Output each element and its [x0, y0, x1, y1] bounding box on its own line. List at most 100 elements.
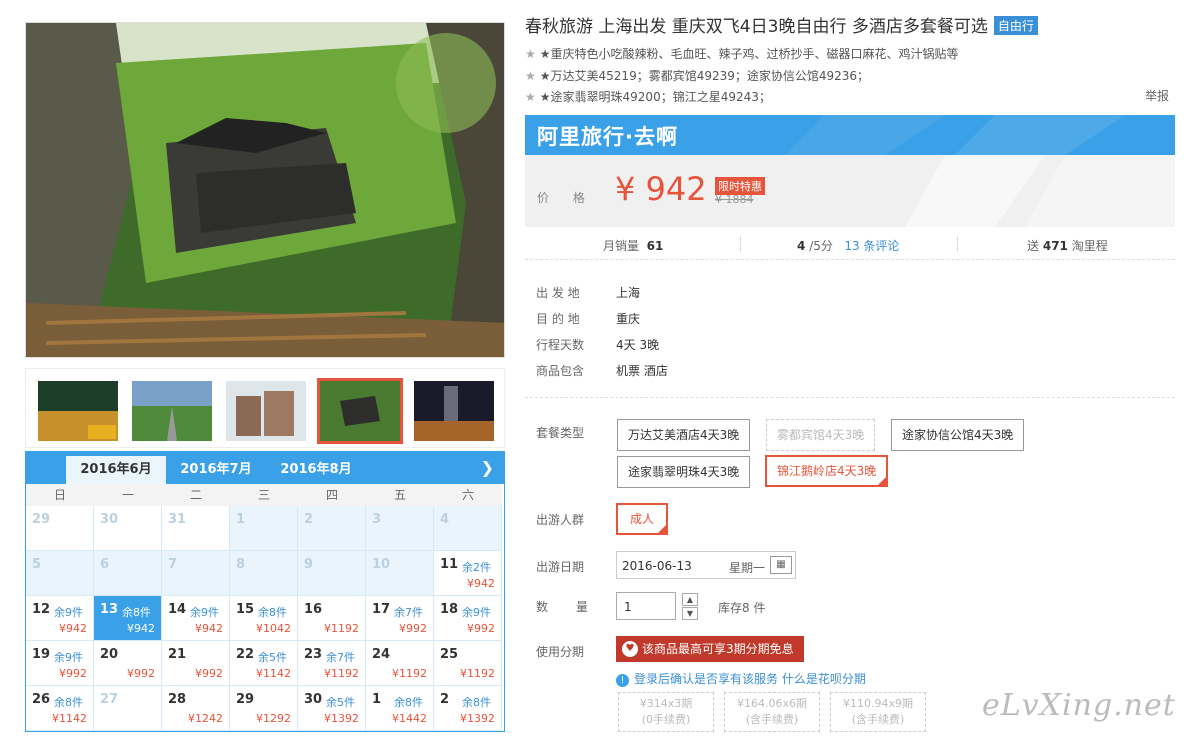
- stock-count: 库存8 件: [718, 601, 766, 615]
- thumbnail-4-selected[interactable]: [317, 378, 403, 444]
- calendar-day[interactable]: 14 余9件 ¥942: [162, 596, 230, 641]
- current-price: ¥ 942: [615, 170, 707, 208]
- day-number: 8: [236, 557, 246, 572]
- package-option-5-selected[interactable]: 锦江鹅岭店4天3晚: [765, 455, 889, 487]
- original-price: ¥ 1884: [715, 193, 754, 206]
- chevron-right-icon[interactable]: ❯: [481, 458, 494, 477]
- monthly-sales-label: 月销量: [603, 239, 640, 253]
- day-remaining: 余8件: [394, 696, 423, 709]
- day-remaining: 余9件: [462, 606, 491, 619]
- calendar-day[interactable]: 21 ¥992: [162, 641, 230, 686]
- section-divider: [525, 397, 1175, 398]
- info-icon: !: [616, 674, 629, 687]
- reviews-link[interactable]: 13 条评论: [844, 239, 899, 253]
- installment-option-3-line1: ¥314x3期: [639, 697, 693, 710]
- calendar-day: 29: [26, 506, 94, 551]
- day-price: ¥1142: [52, 712, 87, 725]
- traveler-label: 出游人群: [536, 513, 585, 527]
- installment-note: ! 登录后确认是否享有该服务 什么是花呗分期: [616, 670, 866, 687]
- day-number: 15: [236, 602, 255, 617]
- calendar-day[interactable]: 23 余7件 ¥1192: [298, 641, 366, 686]
- package-option-3[interactable]: 途家协信公馆4天3晚: [891, 419, 1025, 451]
- calendar-day[interactable]: 28 ¥1242: [162, 686, 230, 731]
- travel-date-input[interactable]: 2016-06-13 星期一 ▦: [616, 551, 796, 579]
- calendar-day[interactable]: 12 余9件 ¥942: [26, 596, 94, 641]
- day-number: 23: [304, 647, 323, 662]
- calendar-day: 27: [94, 686, 162, 731]
- calendar-day[interactable]: 15 余8件 ¥1042: [230, 596, 298, 641]
- day-remaining: 余7件: [394, 606, 423, 619]
- day-number: 22: [236, 647, 255, 662]
- calendar-tab-month-3[interactable]: 2016年8月: [266, 456, 366, 484]
- calendar-icon[interactable]: ▦: [770, 556, 792, 574]
- quantity-value: 1: [624, 600, 632, 614]
- day-number: 20: [100, 647, 119, 662]
- report-link[interactable]: 举报: [1145, 87, 1169, 104]
- day-number: 30: [100, 512, 119, 527]
- day-number: 31: [168, 512, 187, 527]
- calendar-day[interactable]: 26 余8件 ¥1142: [26, 686, 94, 731]
- feature-line-1: ★ ★重庆特色小吃酸辣粉、毛血旺、辣子鸡、过桥抄手、磁器口麻花、鸡汁锅贴等: [525, 45, 959, 62]
- calendar-day[interactable]: 24 ¥1192: [366, 641, 434, 686]
- quantity-down-icon[interactable]: ▼: [682, 607, 698, 620]
- thumbnail-1[interactable]: [38, 381, 118, 441]
- calendar-weekday: 五: [366, 484, 434, 506]
- installment-help-link[interactable]: 什么是花呗分期: [782, 672, 866, 686]
- calendar-tab-month-2[interactable]: 2016年7月: [166, 456, 266, 484]
- calendar-day[interactable]: 17 余7件 ¥992: [366, 596, 434, 641]
- calendar-day[interactable]: 29 ¥1292: [230, 686, 298, 731]
- day-number: 16: [304, 602, 323, 617]
- day-price: ¥1442: [392, 712, 427, 725]
- day-number: 1: [372, 692, 382, 707]
- package-option-2-disabled: 雾都宾馆4天3晚: [766, 419, 876, 451]
- calendar-day[interactable]: 11 余2件 ¥942: [434, 551, 502, 596]
- day-number: 17: [372, 602, 391, 617]
- day-remaining: 余5件: [326, 696, 355, 709]
- feature-text-3: ★途家翡翠明珠49200；锦江之星49243；: [539, 90, 771, 104]
- calendar-day[interactable]: 1 余8件 ¥1442: [366, 686, 434, 731]
- star-icon: ★: [525, 90, 536, 104]
- feature-line-2: ★ ★万达艾美45219；雾都宾馆49239；途家协信公馆49236；: [525, 67, 869, 84]
- day-price: ¥1242: [188, 712, 223, 725]
- feature-line-3: ★ ★途家翡翠明珠49200；锦江之星49243；: [525, 88, 771, 105]
- day-number: 27: [100, 692, 119, 707]
- installment-note-text[interactable]: 登录后确认是否享有该服务: [634, 672, 778, 686]
- calendar-day[interactable]: 18 余9件 ¥992: [434, 596, 502, 641]
- day-number: 7: [168, 557, 178, 572]
- date-label: 出游日期: [536, 560, 585, 574]
- travel-date-weekday: 星期一: [729, 561, 766, 575]
- package-option-4-label: 途家翡翠明珠4天3晚: [628, 465, 740, 479]
- installment-option-3[interactable]: ¥314x3期 (0手续费): [618, 692, 714, 732]
- day-number: 2: [304, 512, 314, 527]
- day-number: 18: [440, 602, 459, 617]
- calendar-day[interactable]: 30 余5件 ¥1392: [298, 686, 366, 731]
- calendar-day[interactable]: 22 余5件 ¥1142: [230, 641, 298, 686]
- day-number: 6: [100, 557, 110, 572]
- calendar-day[interactable]: 16 ¥1192: [298, 596, 366, 641]
- day-number: 1: [236, 512, 246, 527]
- thumbnail-2[interactable]: [132, 381, 212, 441]
- traveler-option-adult[interactable]: 成人: [616, 503, 669, 535]
- quantity-up-icon[interactable]: ▲: [682, 593, 698, 606]
- day-number: 5: [32, 557, 42, 572]
- day-price: ¥1392: [460, 712, 495, 725]
- installment-option-9[interactable]: ¥110.94x9期 (含手续费): [830, 692, 926, 732]
- package-option-1-label: 万达艾美酒店4天3晚: [628, 428, 740, 442]
- package-option-4[interactable]: 途家翡翠明珠4天3晚: [617, 456, 751, 488]
- package-option-1[interactable]: 万达艾美酒店4天3晚: [617, 419, 751, 451]
- calendar-day: 7: [162, 551, 230, 596]
- calendar-tab-month-1[interactable]: 2016年6月: [66, 456, 166, 484]
- calendar-day[interactable]: 19 余9件 ¥992: [26, 641, 94, 686]
- installment-option-6[interactable]: ¥164.06x6期 (含手续费): [724, 692, 820, 732]
- calendar-day[interactable]: 25 ¥1192: [434, 641, 502, 686]
- thumbnail-5[interactable]: [414, 381, 494, 441]
- installment-option-9-line1: ¥110.94x9期: [843, 697, 913, 710]
- day-remaining: 余9件: [190, 606, 219, 619]
- thumbnail-3[interactable]: [226, 381, 306, 441]
- calendar-day[interactable]: 20 ¥992: [94, 641, 162, 686]
- calendar-day: 4: [434, 506, 502, 551]
- divider: [957, 236, 958, 252]
- calendar-day[interactable]: 2 余8件 ¥1392: [434, 686, 502, 731]
- calendar-day-selected[interactable]: 13 余8件 ¥942: [94, 596, 162, 641]
- quantity-input[interactable]: 1: [616, 592, 676, 620]
